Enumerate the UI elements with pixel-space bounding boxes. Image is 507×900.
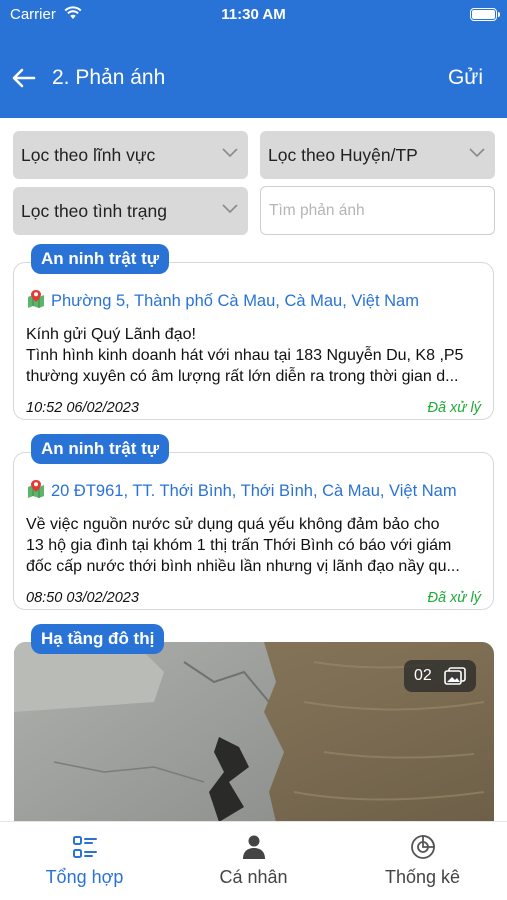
status-filter-label: Lọc theo tình trạng [21,201,167,221]
tab-summary-label: Tổng hợp [45,867,124,887]
list-icon [73,836,97,858]
chevron-down-icon [222,204,238,214]
photo-count-badge: 02 [404,660,476,692]
report-location-text: Phường 5, Thành phố Cà Mau, Cà Mau, Việt… [51,292,419,310]
back-button[interactable] [10,64,38,92]
report-desc-line: Kính gửi Quý Lãnh đạo! [26,326,196,343]
app-header: Carrier 11:30 AM 2. Phản ánh Gửi [0,0,507,118]
category-tag: Hạ tầng đô thị [31,624,165,654]
photo-count-label: 02 [414,667,432,684]
report-location: 20 ĐT961, TT. Thới Bình, Thới Bình, Cà M… [26,479,483,504]
report-timestamp: 10:52 06/02/2023 [26,400,139,416]
category-tag: An ninh trật tự [31,244,170,274]
tab-personal-label: Cá nhân [219,867,288,887]
status-bar: Carrier 11:30 AM [0,0,507,30]
map-pin-icon [26,479,46,504]
status-badge: Đã xử lý [427,400,481,416]
field-filter-label: Lọc theo lĩnh vực [21,145,156,165]
report-location: Phường 5, Thành phố Cà Mau, Cà Mau, Việt… [26,289,483,314]
person-icon [243,835,265,859]
arrow-left-icon [12,68,36,88]
report-timestamp: 08:50 03/02/2023 [26,590,139,606]
page-title: 2. Phản ánh [52,66,166,89]
chevron-down-icon [469,148,485,158]
tab-summary[interactable]: Tổng hợp [0,822,169,900]
report-card[interactable]: 20 ĐT961, TT. Thới Bình, Thới Bình, Cà M… [13,452,494,610]
report-desc-line: Tình hình kinh doanh hát với nhau tại 18… [26,347,464,364]
map-pin-icon [26,289,46,314]
report-description: Về việc nguồn nước sử dụng quá yếu không… [26,514,481,577]
report-desc-line: đốc cấp nước thới bình nhiều lần nhưng v… [26,558,460,575]
chart-icon [411,835,435,859]
tab-statistics-label: Thống kê [384,867,461,887]
report-desc-line: Về việc nguồn nước sử dụng quá yếu không… [26,516,440,533]
image-gallery-icon [444,667,466,685]
search-input[interactable] [260,186,495,235]
tab-statistics[interactable]: Thống kê [338,822,507,900]
field-filter-select[interactable]: Lọc theo lĩnh vực [13,131,248,179]
send-button[interactable]: Gửi [448,66,483,90]
report-card[interactable]: Phường 5, Thành phố Cà Mau, Cà Mau, Việt… [13,262,494,420]
report-location-text: 20 ĐT961, TT. Thới Bình, Thới Bình, Cà M… [51,482,457,500]
status-filter-select[interactable]: Lọc theo tình trạng [13,187,248,235]
report-desc-line: 13 hộ gia đình tại khóm 1 thị trấn Thới … [26,537,452,554]
tab-personal[interactable]: Cá nhân [169,822,338,900]
report-description: Kính gửi Quý Lãnh đạo! Tình hình kinh do… [26,324,481,387]
clock-label: 11:30 AM [221,6,286,23]
category-tag: An ninh trật tự [31,434,170,464]
report-photo[interactable]: 02 [14,642,494,822]
report-desc-line: thường xuyên có âm lượng rất lớn diễn ra… [26,368,459,385]
battery-icon [470,8,500,21]
bottom-tab-bar: Tổng hợp Cá nhân Thống kê [0,821,507,900]
status-badge: Đã xử lý [427,590,481,606]
district-filter-label: Lọc theo Huyện/TP [268,145,418,165]
chevron-down-icon [222,148,238,158]
district-filter-select[interactable]: Lọc theo Huyện/TP [260,131,495,179]
